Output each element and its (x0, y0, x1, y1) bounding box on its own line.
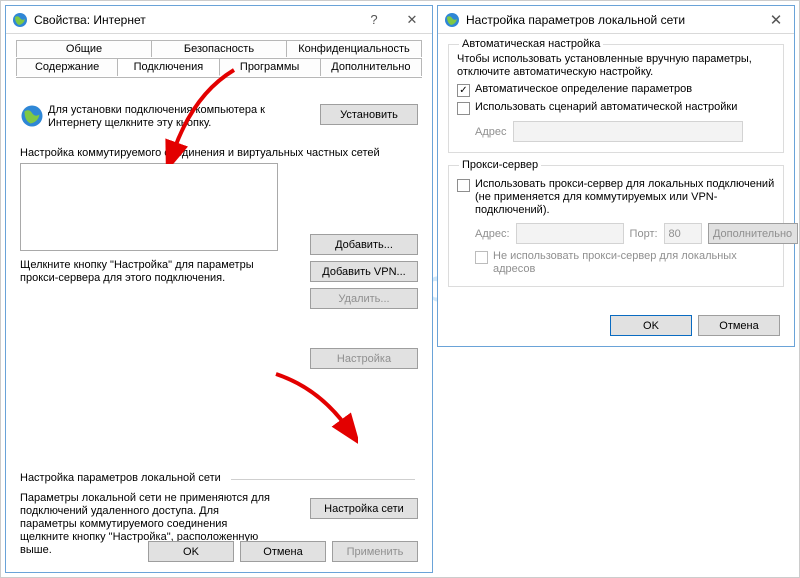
install-button[interactable]: Установить (320, 104, 418, 125)
proxy-port-input (664, 223, 702, 244)
help-icon[interactable]: ? (356, 6, 392, 33)
close-icon[interactable]: ✕ (392, 6, 432, 33)
separator (231, 479, 415, 480)
bypass-local-checkbox: Не использовать прокси-сервер для локаль… (475, 250, 775, 276)
use-proxy-checkbox[interactable]: Использовать прокси-сервер для локальных… (457, 178, 775, 217)
titlebar: Настройка параметров локальной сети ✕ (438, 6, 794, 34)
proxy-address-label: Адрес: (475, 228, 510, 240)
auto-description: Чтобы использовать установленные вручную… (457, 53, 775, 79)
tab-privacy[interactable]: Конфиденциальность (287, 40, 422, 57)
lan-settings-window: Настройка параметров локальной сети ✕ Ав… (437, 5, 795, 347)
lan-settings-button[interactable]: Настройка сети (310, 498, 418, 519)
use-proxy-label: Использовать прокси-сервер для локальных… (475, 178, 775, 217)
dialup-label: Настройка коммутируемого соединения и ви… (20, 147, 418, 159)
proxy-address-input (516, 223, 624, 244)
proxy-advanced-button: Дополнительно (708, 223, 798, 244)
auto-legend: Автоматическая настройка (459, 38, 603, 50)
add-vpn-button[interactable]: Добавить VPN... (310, 261, 418, 282)
tab-connections[interactable]: Подключения (118, 58, 219, 76)
globe-icon (12, 12, 28, 28)
tabstrip: Общие Безопасность Конфиденциальность Со… (16, 40, 422, 80)
script-address-input (513, 121, 743, 142)
auto-detect-label: Автоматическое определение параметров (475, 83, 692, 96)
connect-globe-icon (20, 104, 48, 131)
titlebar: Свойства: Интернет ? ✕ (6, 6, 432, 34)
settings-button: Настройка (310, 348, 418, 369)
install-text: Для установки подключения компьютера к И… (48, 104, 320, 130)
use-script-label: Использовать сценарий автоматической нас… (475, 101, 737, 114)
proxy-legend: Прокси-сервер (459, 159, 541, 171)
cancel-button[interactable]: Отмена (698, 315, 780, 336)
settings-desc: Щелкните кнопку "Настройка" для параметр… (20, 259, 278, 285)
script-address-label: Адрес (475, 126, 507, 138)
proxy-port-label: Порт: (630, 228, 658, 240)
internet-properties-window: Свойства: Интернет ? ✕ Общие Безопасност… (5, 5, 433, 573)
add-button[interactable]: Добавить... (310, 234, 418, 255)
bypass-local-label: Не использовать прокси-сервер для локаль… (493, 250, 775, 276)
tab-advanced[interactable]: Дополнительно (321, 58, 422, 76)
window-title: Свойства: Интернет (34, 13, 356, 27)
window-title: Настройка параметров локальной сети (466, 13, 758, 27)
cancel-button[interactable]: Отмена (240, 541, 326, 562)
connections-listbox[interactable] (20, 163, 278, 251)
globe-icon (444, 12, 460, 28)
lan-section-label: Настройка параметров локальной сети (20, 472, 221, 484)
tab-content[interactable]: Содержание (16, 58, 118, 76)
ok-button[interactable]: OK (148, 541, 234, 562)
close-icon[interactable]: ✕ (758, 6, 794, 33)
use-script-checkbox[interactable]: Использовать сценарий автоматической нас… (457, 101, 775, 115)
remove-button: Удалить... (310, 288, 418, 309)
tab-programs[interactable]: Программы (220, 58, 321, 76)
tab-general[interactable]: Общие (16, 40, 152, 57)
apply-button: Применить (332, 541, 418, 562)
ok-button[interactable]: OK (610, 315, 692, 336)
auto-detect-checkbox[interactable]: ✓ Автоматическое определение параметров (457, 83, 775, 97)
tab-security[interactable]: Безопасность (152, 40, 287, 57)
red-arrow-icon (268, 368, 358, 448)
